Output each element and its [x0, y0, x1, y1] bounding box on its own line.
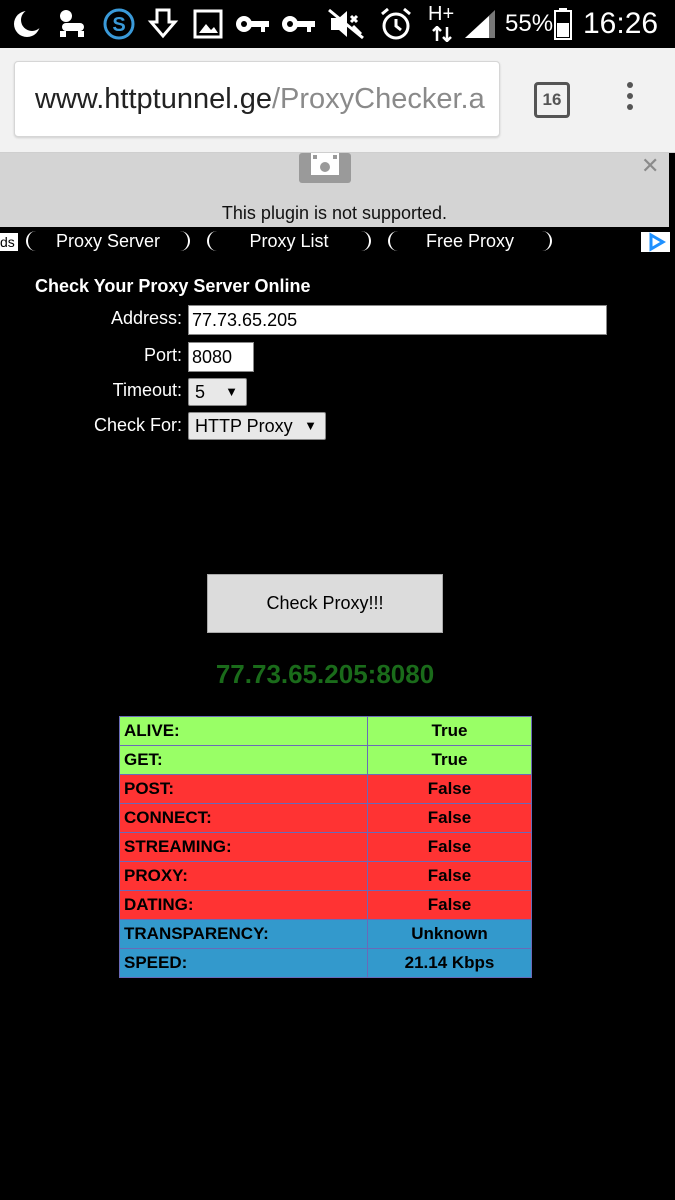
table-row: ALIVE: True: [119, 716, 532, 746]
close-icon[interactable]: ✕: [641, 153, 659, 179]
table-row: PROXY: False: [119, 861, 532, 891]
ad-link-bar: ds Proxy Server Proxy List Free Proxy: [0, 227, 675, 255]
result-address: 77.73.65.205:8080: [215, 659, 435, 689]
dot-icon: [627, 93, 633, 99]
table-row: TRANSPARENCY: Unknown: [119, 919, 532, 949]
ad-link-proxy-list[interactable]: Proxy List: [207, 231, 371, 251]
plugin-placeholder: This plugin is not supported. ✕: [0, 153, 669, 227]
table-row: DATING: False: [119, 890, 532, 920]
form-title: Check Your Proxy Server Online: [35, 276, 311, 296]
moon-icon: [10, 8, 44, 40]
clock-time: 16:26: [583, 7, 659, 40]
s-app-icon: S: [102, 8, 136, 40]
checkfor-label: Check For:: [93, 415, 182, 435]
result-label: SPEED:: [119, 948, 368, 978]
timeout-select[interactable]: 5 ▼: [188, 378, 247, 406]
signal-icon: [462, 8, 498, 40]
result-label: STREAMING:: [119, 832, 368, 862]
adchoices-icon[interactable]: [641, 232, 670, 252]
result-label: DATING:: [119, 890, 368, 920]
ad-link-free-proxy[interactable]: Free Proxy: [388, 231, 552, 251]
checkfor-select[interactable]: HTTP Proxy ▼: [188, 412, 326, 440]
result-table: ALIVE: True GET: True POST: False CONNECT: F…: [119, 716, 532, 978]
checkfor-value: HTTP Proxy: [195, 416, 293, 436]
dot-icon: [627, 104, 633, 110]
url-host: www.httptunnel.ge: [35, 83, 272, 115]
result-value: True: [367, 716, 532, 746]
result-label: CONNECT:: [119, 803, 368, 833]
table-row: POST: False: [119, 774, 532, 804]
baby-icon: [55, 8, 91, 40]
result-value: False: [367, 861, 532, 891]
data-arrows-icon: [430, 26, 454, 42]
result-value: Unknown: [367, 919, 532, 949]
ad-link-proxy-server[interactable]: Proxy Server: [26, 231, 190, 251]
url-text: www.httptunnel.ge/ProxyChecker.a: [35, 81, 485, 117]
url-path: /ProxyChecker.a: [271, 83, 485, 115]
plugin-message: This plugin is not supported.: [221, 203, 448, 223]
alarm-icon: [378, 7, 414, 40]
result-label: GET:: [119, 745, 368, 775]
result-value: 21.14 Kbps: [367, 948, 532, 978]
dot-icon: [627, 82, 633, 88]
address-bar[interactable]: www.httptunnel.ge/ProxyChecker.a: [14, 61, 500, 137]
port-input[interactable]: 8080: [188, 342, 254, 372]
status-bar: S H+ 55% 16:26: [0, 0, 675, 48]
table-row: STREAMING: False: [119, 832, 532, 862]
tab-switcher-button[interactable]: 16: [534, 82, 570, 118]
address-label: Address:: [110, 308, 182, 328]
port-label: Port:: [143, 345, 182, 365]
table-row: CONNECT: False: [119, 803, 532, 833]
table-row: GET: True: [119, 745, 532, 775]
key-icon: [234, 8, 272, 40]
result-value: False: [367, 803, 532, 833]
svg-text:S: S: [112, 14, 125, 36]
result-label: ALIVE:: [119, 716, 368, 746]
table-row: SPEED: 21.14 Kbps: [119, 948, 532, 978]
image-icon: [192, 8, 224, 40]
check-proxy-button[interactable]: Check Proxy!!!: [207, 574, 443, 633]
puzzle-icon: [297, 153, 353, 185]
result-label: TRANSPARENCY:: [119, 919, 368, 949]
dropdown-arrow-icon: ▼: [304, 418, 317, 433]
network-type: H+: [428, 3, 455, 25]
result-value: False: [367, 832, 532, 862]
timeout-label: Timeout:: [112, 380, 182, 400]
result-label: POST:: [119, 774, 368, 804]
mute-icon: [326, 8, 366, 40]
dropdown-arrow-icon: ▼: [225, 384, 238, 399]
menu-button[interactable]: [620, 82, 640, 118]
result-value: True: [367, 745, 532, 775]
ad-fragment[interactable]: ds: [0, 233, 18, 251]
key-icon: [280, 8, 318, 40]
download-icon: [146, 8, 180, 40]
result-label: PROXY:: [119, 861, 368, 891]
battery-percent: 55%: [505, 10, 554, 37]
result-value: False: [367, 890, 532, 920]
result-value: False: [367, 774, 532, 804]
address-input[interactable]: 77.73.65.205: [188, 305, 607, 335]
browser-toolbar: www.httptunnel.ge/ProxyChecker.a 16: [0, 48, 675, 153]
timeout-value: 5: [195, 382, 206, 402]
battery-icon: [552, 8, 574, 40]
